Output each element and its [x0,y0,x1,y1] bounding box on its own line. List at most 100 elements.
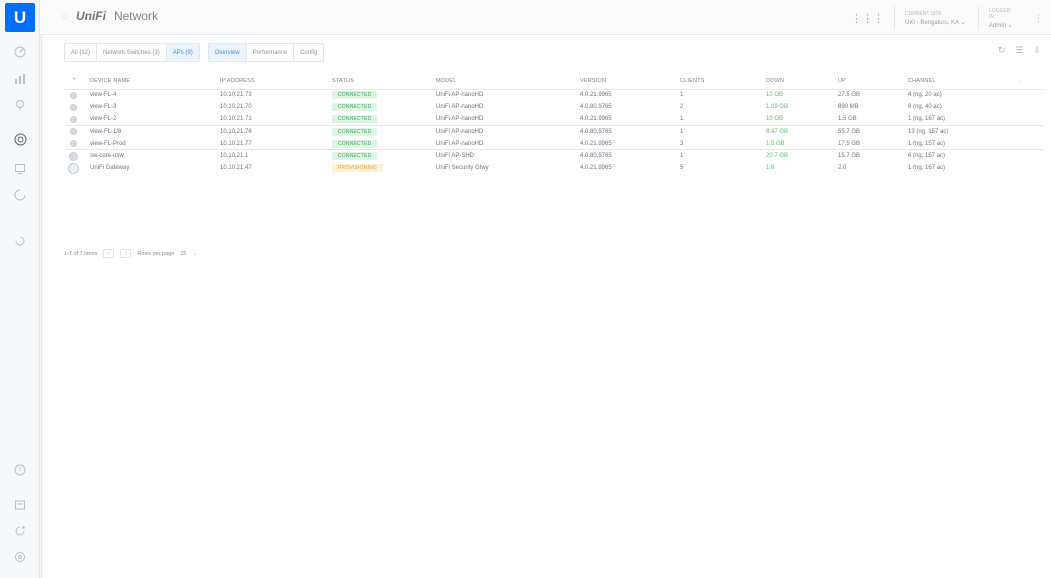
model: UniFi AP-nanoHD [436,92,484,99]
device-name[interactable]: UniFi Gateway [90,162,220,174]
ip-address: 10.10.21.76 [220,125,332,138]
clients-icon[interactable] [10,160,30,178]
access-point-icon [70,115,77,123]
col-version[interactable]: VERSION [580,73,680,90]
version: 4.0.80.9765 [580,125,680,138]
status-badge: CONNECTED [332,127,378,136]
down: 10 GB [766,92,784,99]
ip-address: 10.10.21.73 [220,92,252,99]
table-row[interactable]: view-FL-1/8 10.10.21.76 CONNECTED UniFi … [64,125,1044,138]
home-icon[interactable]: ◌ [62,11,68,22]
filter-switches[interactable]: Network Switches (3) [97,44,167,61]
status-badge: PROVISIONING [332,164,384,173]
insights-icon[interactable] [10,186,30,204]
col-model[interactable]: MODEL [436,73,580,90]
column-settings-icon[interactable]: ☰ [1015,45,1023,56]
table-row[interactable]: view-FL-Prod 10.10.21.77 CONNECTED UniFi… [64,138,1044,150]
down: 10 GB [766,116,784,123]
channel: 4 (ng, 20 ac) [908,92,942,99]
clients: 1 [680,149,766,163]
support-icon[interactable] [10,522,30,540]
device-name[interactable]: sw-core-usw [90,149,220,163]
refresh-icon[interactable]: ↻ [998,45,1006,56]
more-vertical-icon[interactable]: ⋮ [1026,13,1051,24]
version: 4.0.80.9765 [580,104,612,111]
up: 27.5 GB [838,92,861,99]
device-name[interactable]: view-FL-Prod [90,138,220,150]
chevron-down-icon[interactable]: ⌄ [192,251,197,257]
tab-overview[interactable]: Overview [208,44,247,61]
down: 1.09 GB [766,104,789,111]
app-title: Network [113,9,158,23]
devices-icon[interactable] [10,130,30,148]
gateway-icon [68,162,79,174]
col-clients[interactable]: CLIENTS [680,73,766,90]
clients: 1 [680,92,684,99]
site-selector[interactable]: CURRENT SITE UXI - Bengaluru, KA ⌄ [894,6,978,30]
left-nav: U [0,0,40,578]
view-tabs: Overview Performance Config [207,43,325,62]
device-name[interactable]: view-FL-2 [90,113,220,125]
table-row[interactable]: UniFi Gateway 10.10.21.47 PROVISIONING U… [64,162,1044,174]
up: 17.5 GB [838,140,861,147]
channel: 13 (ng, 157 ac) [908,125,1018,138]
clients: 5 [680,165,684,172]
map-icon[interactable] [10,96,30,114]
tab-config[interactable]: Config [294,44,324,61]
notifications-icon[interactable] [10,496,30,514]
unifi-logo: UniFi [75,9,106,23]
table-tools: ↻ ☰ ⇩ [998,45,1041,56]
tab-performance[interactable]: Performance [246,44,295,61]
version: 4.0.21.9965 [580,140,612,147]
ubiquiti-logo[interactable]: U [5,3,35,32]
table-row[interactable]: sw-core-usw 10.10.21.1 CONNECTED UniFi A… [64,149,1044,163]
device-name[interactable]: view-FL-3 [90,101,220,113]
col-down[interactable]: DOWN [766,73,838,90]
settings-icon[interactable] [10,548,30,566]
col-device-name[interactable]: DEVICE NAME [90,73,220,90]
table-row[interactable]: view-FL-3 10.10.21.70 CONNECTED UniFi AP… [64,101,1044,113]
model: UniFi AP-nanoHD [436,104,484,111]
up: 55.7 GB [838,125,908,138]
statistics-icon[interactable] [10,70,30,88]
table-row[interactable]: view-FL-4 10.10.21.73 CONNECTED UniFi AP… [64,89,1044,101]
devices-table: ⌃ DEVICE NAME IP ADDRESS STATUS MODEL VE… [64,73,1044,174]
up: 1.5 GB [838,116,857,123]
col-channel[interactable]: CHANNEL [908,73,1018,90]
alerts-icon[interactable] [10,461,30,479]
device-name[interactable]: view-FL-1/8 [90,125,220,138]
filter-aps[interactable]: APs (9) [166,44,199,61]
channel: 1 (ng, 167 ac) [908,165,946,172]
prev-page-button[interactable]: ‹ [103,249,115,258]
pagination: 1-7 of 7 items ‹ › Rows per page 25 ⌄ [64,249,197,258]
next-page-button[interactable]: › [120,249,132,258]
events-icon[interactable] [10,232,30,250]
down: 20.7 GB [766,149,838,163]
clients: 3 [680,140,684,147]
access-point-icon [70,91,77,99]
col-status[interactable]: STATUS [332,73,436,90]
up: 890 MB [838,104,859,111]
column-menu-icon[interactable]: ⋮ [1018,73,1044,90]
rows-per-page-select[interactable]: 25 [180,251,186,257]
sort-icon[interactable]: ⌃ [64,73,90,90]
apps-grid-icon[interactable]: ⋮⋮⋮ [841,12,894,25]
model: UniFi AP-nanoHD [436,125,580,138]
pagination-range: 1-7 of 7 items [64,250,98,257]
export-icon[interactable]: ⇩ [1033,45,1041,56]
clients: 1 [680,116,684,123]
table-row[interactable]: view-FL-2 10.10.21.71 CONNECTED UniFi AP… [64,113,1044,125]
table-header-row: ⌃ DEVICE NAME IP ADDRESS STATUS MODEL VE… [64,73,1044,90]
top-header: ◌ UniFi Network ⋮⋮⋮ CURRENT SITE UXI - B… [40,0,1051,35]
version: 4.0.21.9965 [580,165,612,172]
filter-all[interactable]: All (12) [65,44,98,61]
col-up[interactable]: UP [838,73,908,90]
user-menu[interactable]: LOGGED IN Admin ⌄ [978,6,1026,30]
up: 2.0 [838,165,847,172]
col-ip-address[interactable]: IP ADDRESS [220,73,332,90]
dashboard-icon[interactable] [10,43,30,61]
device-name[interactable]: view-FL-4 [90,89,220,101]
status-badge: CONNECTED [332,139,378,148]
access-point-icon [70,128,77,136]
channel: 6 (ng, 157 ac) [908,149,1018,163]
